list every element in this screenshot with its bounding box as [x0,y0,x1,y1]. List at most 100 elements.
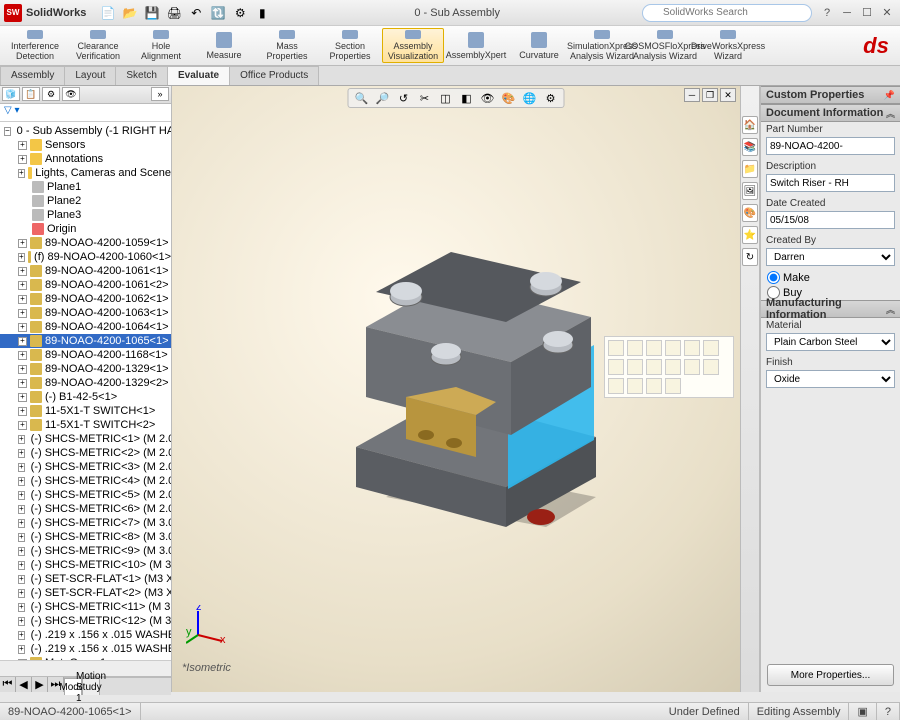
finish-select[interactable]: Oxide [766,370,895,388]
print-icon[interactable]: 🖨 [164,4,184,22]
expand-icon[interactable]: + [18,519,25,528]
tree-node[interactable]: −0 - Sub Assembly (-1 RIGHT HAND - HOUSI… [0,124,171,138]
tree-node[interactable]: +89-NOAO-4200-1168<1> [0,348,171,362]
ribbon-tool[interactable]: Curvature [508,28,570,63]
tree-node[interactable]: +(-) .219 x .156 x .015 WASHER<1> [0,628,171,642]
expand-icon[interactable]: + [18,141,27,150]
cm-tab[interactable]: Sketch [115,66,168,85]
tree-node[interactable]: +89-NOAO-4200-1061<2> [0,278,171,292]
open-icon[interactable]: 📂 [120,4,140,22]
hide-show-icon[interactable]: 👁 [479,90,497,106]
tree-node[interactable]: +(-) SHCS-METRIC<10> (M 3.0 X 8 LG SH [0,558,171,572]
expand-icon[interactable]: − [4,127,11,136]
tp-view-palette-icon[interactable]: 🖼 [742,182,758,200]
tree-node[interactable]: +(-) SET-SCR-FLAT<1> (M3 X 12 LG FLAT [0,572,171,586]
tree-node[interactable]: +Annotations [0,152,171,166]
expand-icon[interactable]: + [18,589,25,598]
tp-design-library-icon[interactable]: 📚 [742,138,758,156]
tp-file-explorer-icon[interactable]: 📁 [742,160,758,178]
expand-icon[interactable]: + [18,631,25,640]
expand-icon[interactable]: + [18,281,27,290]
tree-node[interactable]: +(-) SHCS-METRIC<3> (M 2.0 X 8 LG SH [0,460,171,474]
fm-tab-feature-icon[interactable]: 🧊 [2,87,20,101]
tree-node[interactable]: +89-NOAO-4200-1061<1> [0,264,171,278]
tp-resources-icon[interactable]: 🏠 [742,116,758,134]
document-info-header[interactable]: Document Information ︽ [761,104,900,122]
tree-node[interactable]: Plane3 [0,208,171,222]
tree-node[interactable]: +(-) B1-42-5<1> [0,390,171,404]
ribbon-tool[interactable]: SectionProperties [319,28,381,63]
material-select[interactable]: Plain Carbon Steel [766,333,895,351]
make-radio-input[interactable] [767,271,780,284]
ctx-icon[interactable] [608,378,624,394]
pushpin-icon[interactable]: 📌 [884,90,895,101]
created-by-select[interactable]: Darren [766,248,895,266]
expand-icon[interactable]: + [18,351,27,360]
ctx-icon[interactable] [703,359,719,375]
tree-node[interactable]: +(-) SHCS-METRIC<2> (M 2.0 X 8 LG SH [0,446,171,460]
tree-node[interactable]: +11-5X1-T SWITCH<2> [0,418,171,432]
expand-icon[interactable]: + [18,295,27,304]
tree-node[interactable]: +(-) SHCS-METRIC<8> (M 3.0 X 8 LG SH [0,530,171,544]
new-icon[interactable]: 📄 [98,4,118,22]
vp-minimize-icon[interactable]: ─ [684,88,700,102]
tree-node[interactable]: +89-NOAO-4200-1062<1> [0,292,171,306]
cm-tab[interactable]: Layout [64,66,116,85]
expand-icon[interactable]: + [18,169,25,178]
ctx-icon[interactable] [627,340,643,356]
options-icon[interactable]: ⚙ [230,4,250,22]
select-icon[interactable]: ▮ [252,4,272,22]
tree-node[interactable]: +(-) SHCS-METRIC<12> (M 3.0 X 30 LG S [0,614,171,628]
expand-icon[interactable]: + [18,435,25,444]
part-number-input[interactable] [766,137,895,155]
tp-custom-props-icon[interactable]: ⭐ [742,226,758,244]
expand-icon[interactable]: + [18,603,25,612]
tp-document-recovery-icon[interactable]: ↻ [742,248,758,266]
ribbon-tool[interactable]: HoleAlignment [130,28,192,63]
minimize-icon[interactable]: ─ [838,5,856,21]
expand-icon[interactable]: + [18,323,27,332]
tree-node[interactable]: Plane1 [0,180,171,194]
collapse-icon[interactable]: ︽ [886,107,895,120]
ctx-icon[interactable] [627,378,643,394]
expand-icon[interactable]: + [18,533,25,542]
expand-icon[interactable]: + [18,505,25,514]
ctx-icon[interactable] [646,378,662,394]
vp-close-icon[interactable]: ✕ [720,88,736,102]
tree-node[interactable]: Origin [0,222,171,236]
expand-icon[interactable]: + [18,645,25,654]
sheet-tab[interactable]: Motion Study 1 [82,678,100,695]
reference-triad[interactable]: z x y [186,605,226,648]
ctx-icon[interactable] [646,359,662,375]
cm-tab[interactable]: Evaluate [167,66,230,85]
expand-icon[interactable]: + [18,393,27,402]
expand-icon[interactable]: + [18,379,27,388]
expand-icon[interactable]: + [18,617,25,626]
more-properties-button[interactable]: More Properties... [767,664,894,686]
status-help-icon[interactable]: ? [877,703,900,720]
sheet-nav-prev-icon[interactable]: ◀ [16,677,32,692]
ribbon-tool[interactable]: SimulationXpressAnalysis Wizard [571,28,633,63]
expand-icon[interactable]: + [18,155,27,164]
section-view-icon[interactable]: ✂ [416,90,434,106]
ctx-icon[interactable] [684,359,700,375]
ctx-icon[interactable] [627,359,643,375]
expand-icon[interactable]: + [18,337,27,346]
expand-icon[interactable]: + [18,407,27,416]
tree-node[interactable]: +(-) SHCS-METRIC<1> (M 2.0 X 5 LG SH [0,432,171,446]
ctx-icon[interactable] [646,340,662,356]
ribbon-tool[interactable]: Measure [193,28,255,63]
tree-node[interactable]: +(-) SHCS-METRIC<6> (M 2.0 X 8 LG SH [0,502,171,516]
zoom-fit-icon[interactable]: 🔍 [353,90,371,106]
expand-icon[interactable]: + [18,547,25,556]
tree-node[interactable]: +Sensors [0,138,171,152]
save-icon[interactable]: 💾 [142,4,162,22]
expand-icon[interactable]: + [18,463,25,472]
expand-icon[interactable]: + [18,253,25,262]
tree-node[interactable]: +89-NOAO-4200-1063<1> [0,306,171,320]
ribbon-tool[interactable]: AssemblyVisualization [382,28,444,63]
ribbon-tool[interactable]: AssemblyXpert [445,28,507,63]
view-settings-icon[interactable]: ⚙ [542,90,560,106]
sheet-nav-next-icon[interactable]: ▶ [32,677,48,692]
sheet-nav-first-icon[interactable]: ⏮ [0,677,16,692]
